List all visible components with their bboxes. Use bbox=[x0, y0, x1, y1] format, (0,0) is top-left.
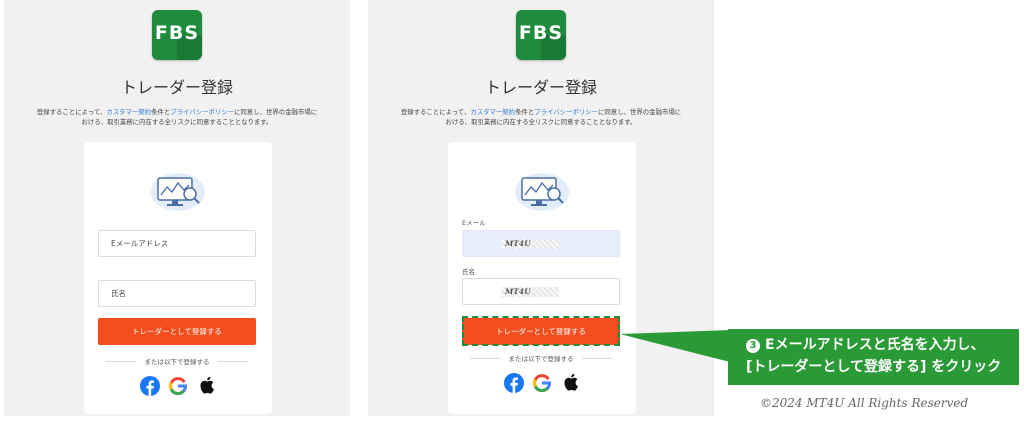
register-button[interactable]: トレーダーとして登録する bbox=[98, 318, 256, 345]
name-value: MT4U bbox=[501, 287, 559, 297]
callout-line2: [トレーダーとして登録する] をクリック bbox=[746, 359, 1002, 375]
name-placeholder: 氏名 bbox=[111, 289, 126, 298]
facebook-icon[interactable] bbox=[504, 373, 524, 393]
terms-text: 登録することによって、カスタマー契約条件とプライバシーポリシーに同意し、世界の金… bbox=[372, 107, 710, 127]
fbs-logo: FBS bbox=[516, 10, 566, 60]
terms-suffix: に同意し、世界の金融市場に bbox=[234, 108, 318, 116]
copyright-text: ©2024 MT4U All Rights Reserved bbox=[760, 396, 969, 410]
monitor-chart-icon bbox=[151, 173, 205, 211]
or-register-with-text: または以下で登録する bbox=[462, 353, 620, 363]
terms-text: 登録することによって、カスタマー契約条件とプライバシーポリシーに同意し、世界の金… bbox=[8, 107, 346, 127]
privacy-policy-link[interactable]: プライバシーポリシー bbox=[170, 108, 234, 116]
logo-text: FBS bbox=[154, 22, 200, 44]
registration-card: Eメールアドレス 氏名 トレーダーとして登録する または以下で登録する bbox=[84, 142, 272, 414]
google-icon[interactable] bbox=[168, 376, 188, 396]
or-register-with-text: または以下で登録する bbox=[98, 356, 256, 366]
monitor-chart-icon bbox=[515, 173, 569, 211]
callout-line1: Eメールアドレスと氏名を入力し、 bbox=[765, 337, 985, 353]
terms-suffix: に同意し、世界の金融市場に bbox=[598, 108, 682, 116]
email-field[interactable]: Eメールアドレス bbox=[98, 230, 256, 257]
terms-middle: 条件と bbox=[151, 108, 171, 116]
customer-agreement-link[interactable]: カスタマー契約 bbox=[470, 108, 515, 116]
page-title: トレーダー登録 bbox=[120, 78, 233, 97]
name-label: 氏名 bbox=[462, 268, 475, 276]
instruction-callout: 3 Eメールアドレスと氏名を入力し、 [トレーダーとして登録する] をクリック bbox=[728, 329, 1019, 385]
page-title: トレーダー登録 bbox=[484, 78, 597, 97]
step-number-badge: 3 bbox=[746, 339, 760, 353]
email-placeholder: Eメールアドレス bbox=[111, 239, 169, 248]
email-label: Eメール bbox=[462, 219, 486, 227]
name-field[interactable]: MT4U bbox=[462, 278, 620, 305]
apple-icon[interactable] bbox=[198, 375, 218, 395]
facebook-icon[interactable] bbox=[140, 376, 160, 396]
terms-line2: おける、取引業務に内在する全リスクに同意することとなります。 bbox=[445, 118, 637, 126]
terms-middle: 条件と bbox=[515, 108, 535, 116]
terms-prefix: 登録することによって、 bbox=[400, 108, 471, 116]
logo-text: FBS bbox=[518, 22, 564, 44]
registration-card: Eメール MT4U 氏名 MT4U トレーダーとして登録する または以下で登録す… bbox=[448, 142, 636, 414]
email-field[interactable]: MT4U bbox=[462, 230, 620, 257]
name-field[interactable]: 氏名 bbox=[98, 280, 256, 307]
email-value: MT4U bbox=[501, 239, 559, 249]
google-icon[interactable] bbox=[532, 373, 552, 393]
customer-agreement-link[interactable]: カスタマー契約 bbox=[106, 108, 151, 116]
privacy-policy-link[interactable]: プライバシーポリシー bbox=[534, 108, 598, 116]
terms-line2: おける、取引業務に内在する全リスクに同意することとなります。 bbox=[81, 118, 273, 126]
apple-icon[interactable] bbox=[562, 372, 582, 392]
callout-pointer bbox=[620, 330, 730, 362]
fbs-logo: FBS bbox=[152, 10, 202, 60]
registration-panel-before: FBS トレーダー登録 登録することによって、カスタマー契約条件とプライバシーポ… bbox=[4, 0, 350, 416]
register-button-highlight bbox=[462, 316, 620, 346]
terms-prefix: 登録することによって、 bbox=[36, 108, 107, 116]
